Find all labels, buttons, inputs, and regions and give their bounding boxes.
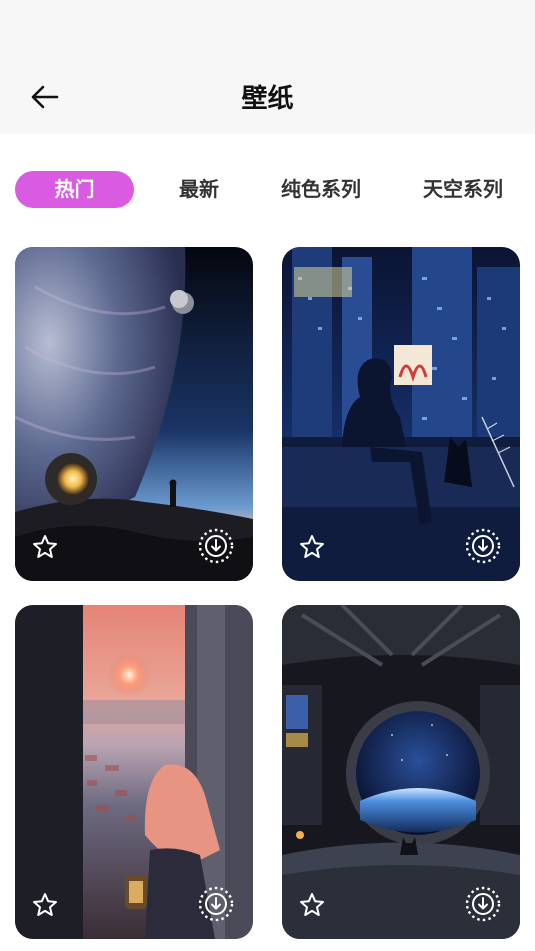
- page-title: 壁纸: [241, 84, 294, 114]
- tab-hot[interactable]: 热门: [15, 171, 134, 208]
- wallpaper-card-window[interactable]: [282, 605, 520, 939]
- download-icon[interactable]: [464, 885, 502, 923]
- app-header: 壁纸: [0, 0, 535, 134]
- wallpaper-card-space[interactable]: [15, 247, 253, 581]
- star-icon[interactable]: [31, 533, 59, 561]
- wallpaper-card-city[interactable]: [282, 247, 520, 581]
- star-icon[interactable]: [298, 533, 326, 561]
- download-icon[interactable]: [464, 527, 502, 565]
- download-icon[interactable]: [197, 885, 235, 923]
- tab-latest[interactable]: 最新: [170, 171, 228, 208]
- star-icon[interactable]: [31, 891, 59, 919]
- tab-solid-color[interactable]: 纯色系列: [276, 171, 366, 208]
- tab-sky[interactable]: 天空系列: [418, 171, 508, 208]
- category-tabs: 热门 最新 纯色系列 天空系列: [0, 168, 535, 212]
- download-icon[interactable]: [197, 527, 235, 565]
- star-icon[interactable]: [298, 891, 326, 919]
- wallpaper-card-sunset[interactable]: [15, 605, 253, 939]
